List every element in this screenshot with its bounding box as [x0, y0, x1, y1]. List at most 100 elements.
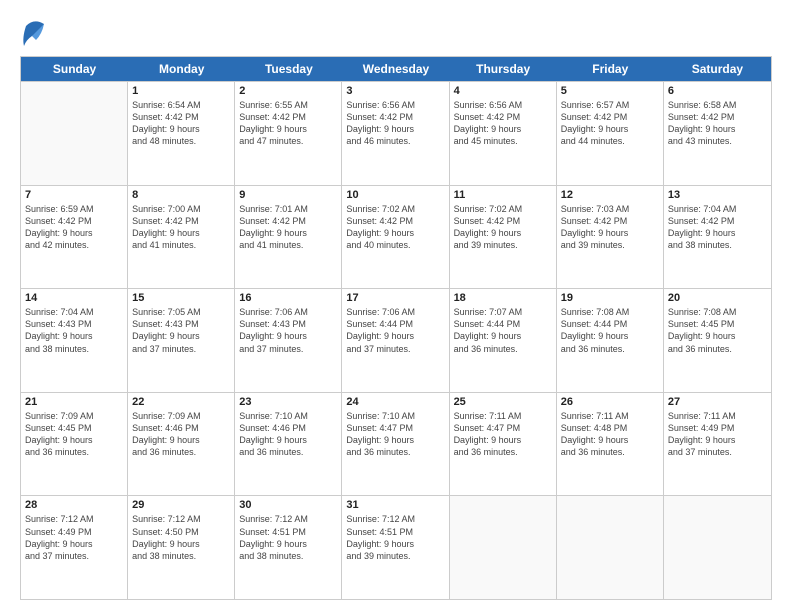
cell-line: and 36 minutes.	[346, 446, 444, 458]
cell-line: Sunset: 4:42 PM	[25, 215, 123, 227]
cell-line: and 37 minutes.	[668, 446, 767, 458]
cal-cell: 29Sunrise: 7:12 AMSunset: 4:50 PMDayligh…	[128, 496, 235, 599]
cell-line: Sunset: 4:45 PM	[25, 422, 123, 434]
cell-line: Sunrise: 7:01 AM	[239, 203, 337, 215]
cal-cell: 16Sunrise: 7:06 AMSunset: 4:43 PMDayligh…	[235, 289, 342, 392]
cell-line: and 36 minutes.	[454, 446, 552, 458]
cell-line: Sunrise: 6:58 AM	[668, 99, 767, 111]
day-number: 6	[668, 85, 767, 97]
cell-line: Sunrise: 6:57 AM	[561, 99, 659, 111]
cell-line: Daylight: 9 hours	[25, 538, 123, 550]
cell-line: Sunrise: 7:07 AM	[454, 306, 552, 318]
week-row-2: 14 Sunrise: 7:04 AMSunset: 4:43 PM Dayligh…	[21, 288, 771, 392]
cell-line: Sunrise: 7:03 AM	[561, 203, 659, 215]
cell-line: Daylight: 9 hours	[454, 227, 552, 239]
day-header-tuesday: Tuesday	[235, 57, 342, 81]
cell-line: Daylight: 9 hours	[668, 227, 767, 239]
cell-line: Daylight: 9 hours	[25, 434, 123, 446]
cell-line: Sunrise: 7:12 AM	[239, 513, 337, 525]
day-number: 18	[454, 292, 552, 304]
cell-line: Sunrise: 6:59 AM	[25, 203, 123, 215]
cal-cell	[664, 496, 771, 599]
cell-line: Sunset: 4:42 PM	[132, 111, 230, 123]
cell-line: Sunrise: 6:56 AM	[346, 99, 444, 111]
cell-line: Daylight: 9 hours	[561, 227, 659, 239]
cell-line: Daylight: 9 hours	[132, 434, 230, 446]
cell-line: Sunset: 4:42 PM	[668, 111, 767, 123]
day-header-sunday: Sunday	[21, 57, 128, 81]
cell-line: and 37 minutes.	[25, 550, 123, 562]
cell-line: Sunset: 4:42 PM	[346, 215, 444, 227]
day-number: 25	[454, 396, 552, 408]
cell-line: Sunrise: 7:00 AM	[132, 203, 230, 215]
cell-line: and 36 minutes.	[239, 446, 337, 458]
day-number: 1	[132, 85, 230, 97]
cal-cell: 19Sunrise: 7:08 AMSunset: 4:44 PMDayligh…	[557, 289, 664, 392]
day-number: 20	[668, 292, 767, 304]
cell-line: and 36 minutes.	[561, 343, 659, 355]
cell-line: Daylight: 9 hours	[454, 123, 552, 135]
cell-line: Sunset: 4:42 PM	[454, 111, 552, 123]
cell-line: Sunrise: 7:04 AM	[25, 306, 123, 318]
cal-cell: 21Sunrise: 7:09 AMSunset: 4:45 PMDayligh…	[21, 393, 128, 496]
cell-line: Sunrise: 7:10 AM	[239, 410, 337, 422]
cell-line: and 45 minutes.	[454, 135, 552, 147]
cell-line: Daylight: 9 hours	[561, 330, 659, 342]
day-number: 26	[561, 396, 659, 408]
cell-line: Sunrise: 6:55 AM	[239, 99, 337, 111]
cell-line: Sunrise: 7:02 AM	[454, 203, 552, 215]
cell-line: and 37 minutes.	[239, 343, 337, 355]
cell-line: Sunset: 4:42 PM	[561, 111, 659, 123]
cell-line: Sunset: 4:46 PM	[132, 422, 230, 434]
cell-line: Sunrise: 7:12 AM	[346, 513, 444, 525]
cell-line: Sunset: 4:44 PM	[454, 318, 552, 330]
day-number: 3	[346, 85, 444, 97]
cell-line: and 38 minutes.	[239, 550, 337, 562]
cell-line: Daylight: 9 hours	[346, 330, 444, 342]
day-number: 19	[561, 292, 659, 304]
cell-line: Sunrise: 7:11 AM	[561, 410, 659, 422]
page: SundayMondayTuesdayWednesdayThursdayFrid…	[0, 0, 792, 612]
cell-line: Sunset: 4:43 PM	[25, 318, 123, 330]
cell-line: Sunrise: 7:04 AM	[668, 203, 767, 215]
cell-line: Sunrise: 7:08 AM	[561, 306, 659, 318]
cell-line: and 36 minutes.	[668, 343, 767, 355]
cell-line: Sunset: 4:51 PM	[346, 526, 444, 538]
day-number: 15	[132, 292, 230, 304]
day-header-friday: Friday	[557, 57, 664, 81]
cell-line: and 38 minutes.	[132, 550, 230, 562]
cal-cell	[21, 82, 128, 185]
cell-line: Sunset: 4:50 PM	[132, 526, 230, 538]
cell-line: Sunset: 4:51 PM	[239, 526, 337, 538]
cell-line: Daylight: 9 hours	[346, 123, 444, 135]
day-header-monday: Monday	[128, 57, 235, 81]
cell-line: Daylight: 9 hours	[346, 538, 444, 550]
cal-cell: 17Sunrise: 7:06 AMSunset: 4:44 PMDayligh…	[342, 289, 449, 392]
cell-line: Sunset: 4:42 PM	[668, 215, 767, 227]
calendar: SundayMondayTuesdayWednesdayThursdayFrid…	[20, 56, 772, 600]
cell-line: Daylight: 9 hours	[561, 123, 659, 135]
cell-line: Sunset: 4:42 PM	[346, 111, 444, 123]
cell-line: and 36 minutes.	[561, 446, 659, 458]
cal-cell: 25Sunrise: 7:11 AMSunset: 4:47 PMDayligh…	[450, 393, 557, 496]
day-header-wednesday: Wednesday	[342, 57, 449, 81]
cell-line: Sunset: 4:49 PM	[25, 526, 123, 538]
day-number: 28	[25, 499, 123, 511]
cell-line: Daylight: 9 hours	[454, 434, 552, 446]
cell-line: Sunrise: 7:11 AM	[454, 410, 552, 422]
day-number: 4	[454, 85, 552, 97]
day-number: 8	[132, 189, 230, 201]
cell-line: Daylight: 9 hours	[132, 227, 230, 239]
day-number: 13	[668, 189, 767, 201]
cal-cell: 28Sunrise: 7:12 AMSunset: 4:49 PMDayligh…	[21, 496, 128, 599]
cell-line: Sunset: 4:44 PM	[346, 318, 444, 330]
cal-cell: 1Sunrise: 6:54 AMSunset: 4:42 PMDaylight…	[128, 82, 235, 185]
cell-line: Daylight: 9 hours	[346, 227, 444, 239]
cell-line: Daylight: 9 hours	[454, 330, 552, 342]
cal-cell: 22Sunrise: 7:09 AMSunset: 4:46 PMDayligh…	[128, 393, 235, 496]
cell-line: Daylight: 9 hours	[239, 330, 337, 342]
day-number: 14	[25, 292, 123, 304]
cell-line: Daylight: 9 hours	[668, 434, 767, 446]
day-number: 22	[132, 396, 230, 408]
cal-cell: 10Sunrise: 7:02 AMSunset: 4:42 PMDayligh…	[342, 186, 449, 289]
